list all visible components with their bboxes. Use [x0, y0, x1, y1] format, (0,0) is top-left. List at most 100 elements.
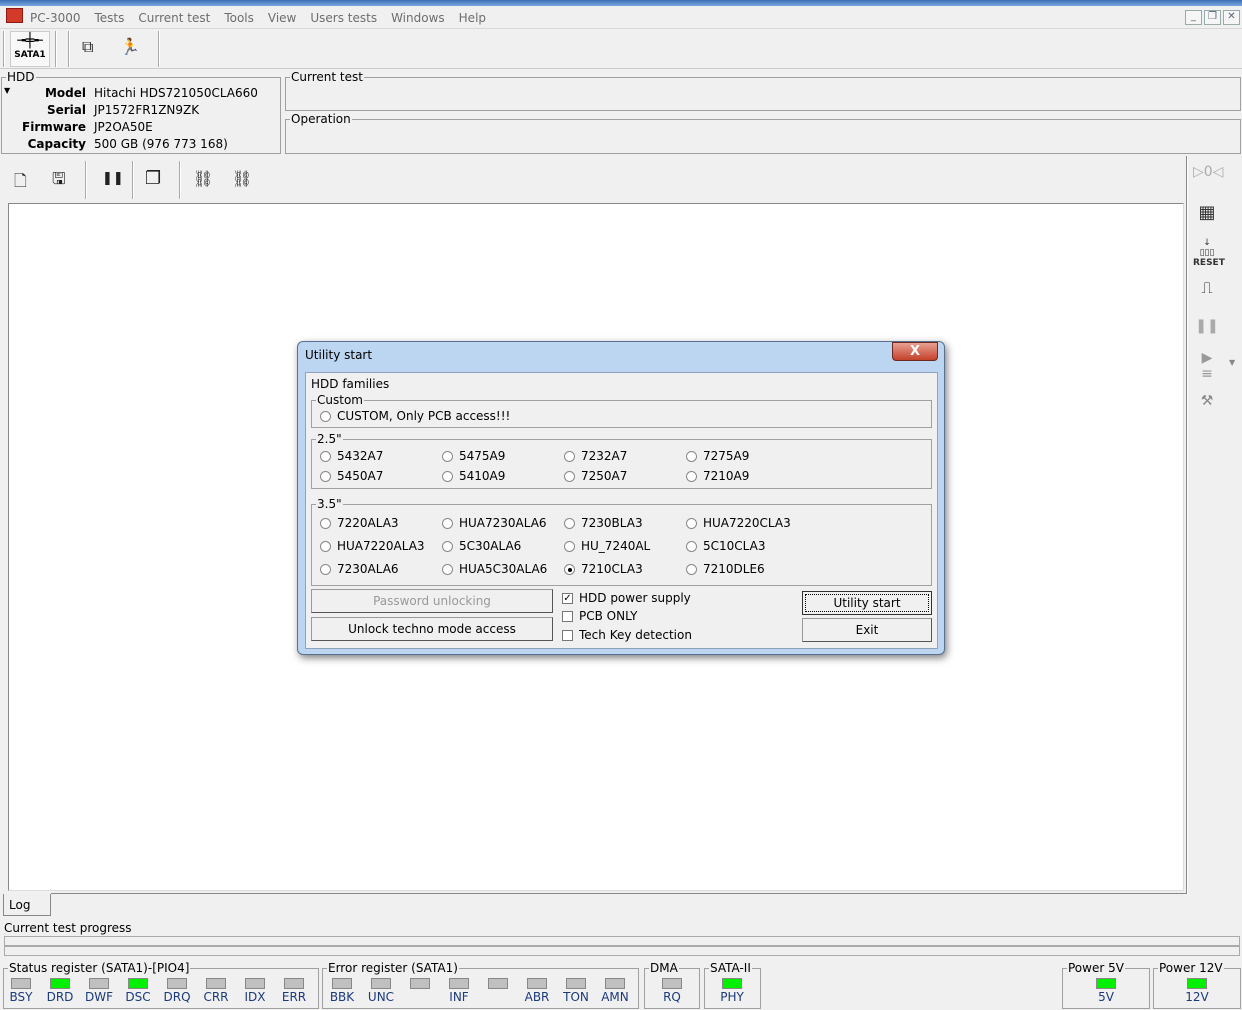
radio-circle: [564, 563, 575, 575]
power-switch-icon[interactable]: ⎍: [1193, 278, 1221, 298]
led-inf: [449, 978, 469, 989]
windows-icon[interactable]: ⧉: [82, 37, 93, 57]
led-drq: [167, 978, 187, 989]
radio-7275a9[interactable]: 7275A9: [686, 448, 749, 464]
radio-7210dle6[interactable]: 7210DLE6: [686, 561, 765, 577]
minimize-button[interactable]: _: [1185, 10, 1202, 25]
radio-7232a7[interactable]: 7232A7: [564, 448, 627, 464]
utility-start-button[interactable]: Utility start: [802, 591, 932, 615]
radio-7230bla3[interactable]: 7230BLA3: [564, 515, 643, 531]
exit-button[interactable]: Exit: [802, 618, 932, 642]
toolbar-separator: [55, 31, 57, 67]
capacity-value: 500 GB (976 773 168): [94, 137, 228, 151]
toolbar-separator: [179, 161, 181, 199]
menu-windows[interactable]: Windows: [391, 11, 445, 25]
led-dsc: [128, 978, 148, 989]
menu-tools[interactable]: Tools: [224, 11, 254, 25]
save-icon[interactable]: 🖫: [52, 168, 66, 195]
menu-app[interactable]: PC-3000: [30, 11, 80, 25]
led-blank: [488, 978, 508, 989]
radio-label: 7210DLE6: [703, 562, 765, 576]
menu-users-tests[interactable]: Users tests: [310, 11, 377, 25]
find-next-icon[interactable]: ⛓: [232, 169, 252, 188]
dropdown-arrow-icon[interactable]: ▼: [1229, 358, 1235, 367]
play-list-icon[interactable]: ▶ ≡: [1193, 350, 1221, 382]
menu-tests[interactable]: Tests: [94, 11, 124, 25]
pause-icon[interactable]: ❚❚: [1193, 318, 1221, 334]
radio-label: 5410A9: [459, 469, 506, 483]
radio-custom[interactable]: CUSTOM, Only PCB access!!!: [320, 408, 510, 424]
radio-circle: [442, 470, 453, 482]
tab-line: [51, 893, 1187, 894]
led-rq: [662, 978, 682, 989]
toolbar-separator: [132, 161, 134, 199]
led-label: UNC: [367, 990, 395, 1004]
model-label: Model: [44, 86, 86, 100]
radio-label: 7210A9: [703, 469, 750, 483]
radio-label: 7250A7: [581, 469, 628, 483]
board-icon[interactable]: ▦: [1193, 202, 1221, 223]
radio-circle: [564, 540, 575, 552]
radio-circle: [686, 470, 697, 482]
menu-current-test[interactable]: Current test: [138, 11, 210, 25]
pcb-only-checkbox[interactable]: PCB ONLY: [562, 608, 638, 624]
binoculars-icon[interactable]: ⛓: [193, 169, 213, 188]
status-register-legend: Status register (SATA1)-[PIO4]: [9, 961, 190, 975]
radio-hu_7240al[interactable]: HU_7240AL: [564, 538, 650, 554]
radio-circle: [320, 540, 331, 552]
radio-label: 5C30ALA6: [459, 539, 522, 553]
hdd-power-supply-checkbox[interactable]: ✓ HDD power supply: [562, 590, 691, 606]
led-label: BSY: [9, 990, 33, 1004]
sata-port-button[interactable]: ╼╪╾ SATA1: [10, 31, 50, 67]
reset-button[interactable]: ↓ ▯▯▯ RESET: [1193, 238, 1225, 268]
radio-label: 5432A7: [337, 449, 384, 463]
radio-label: HUA7230ALA6: [459, 516, 547, 530]
unlock-techno-mode-button[interactable]: Unlock techno mode access: [311, 617, 553, 641]
led-unc: [371, 978, 391, 989]
tech-key-detection-checkbox[interactable]: Tech Key detection: [562, 627, 692, 643]
radio-circle: [320, 450, 331, 462]
operation-group: Operation: [285, 112, 1241, 154]
radio-circle: [320, 470, 331, 482]
password-unlocking-button[interactable]: Password unlocking: [311, 589, 553, 613]
radio-5432a7[interactable]: 5432A7: [320, 448, 383, 464]
open-script-icon[interactable]: 🗋: [14, 170, 27, 197]
toolbar-separator: [85, 161, 87, 199]
radio-5475a9[interactable]: 5475A9: [442, 448, 505, 464]
radio-7220ala3[interactable]: 7220ALA3: [320, 515, 399, 531]
current-test-group: Current test: [285, 70, 1241, 111]
restore-button[interactable]: ❐: [1204, 10, 1221, 25]
radio-circle: [686, 563, 697, 575]
radio-hua5c30ala6[interactable]: HUA5C30ALA6: [442, 561, 547, 577]
radio-7210a9[interactable]: 7210A9: [686, 468, 749, 484]
tab-log[interactable]: Log: [3, 894, 51, 916]
led-ton: [566, 978, 586, 989]
radio-7250a7[interactable]: 7250A7: [564, 468, 627, 484]
radio-7210cla3[interactable]: 7210CLA3: [564, 561, 643, 577]
head-icon[interactable]: ▷0◁: [1193, 164, 1223, 180]
radio-hua7220ala3[interactable]: HUA7220ALA3: [320, 538, 425, 554]
radio-5410a9[interactable]: 5410A9: [442, 468, 505, 484]
radio-5450a7[interactable]: 5450A7: [320, 468, 383, 484]
tools-icon[interactable]: ⚒: [1193, 393, 1221, 409]
exit-run-icon[interactable]: 🏃: [120, 37, 140, 56]
operation-legend: Operation: [291, 112, 351, 126]
checkbox-box: ✓: [562, 592, 573, 604]
radio-hua7220cla3[interactable]: HUA7220CLA3: [686, 515, 791, 531]
radio-5c10cla3[interactable]: 5C10CLA3: [686, 538, 765, 554]
menu-help[interactable]: Help: [459, 11, 486, 25]
radio-7230ala6[interactable]: 7230ALA6: [320, 561, 399, 577]
hdd-model-row: Model Hitachi HDS721050CLA660: [0, 86, 280, 103]
radio-5c30ala6[interactable]: 5C30ALA6: [442, 538, 521, 554]
radio-hua7230ala6[interactable]: HUA7230ALA6: [442, 515, 547, 531]
dialog-close-button[interactable]: X: [892, 342, 938, 361]
radio-label: 7230BLA3: [581, 516, 643, 530]
pause-icon[interactable]: ❚❚: [102, 171, 124, 186]
radio-label: 7220ALA3: [337, 516, 399, 530]
close-window-button[interactable]: ✕: [1223, 10, 1240, 25]
checkbox-box: [562, 629, 573, 641]
power-12v-legend: Power 12V: [1159, 961, 1223, 975]
toolbar-separator: [68, 31, 70, 67]
menu-view[interactable]: View: [268, 11, 296, 25]
copy-icon[interactable]: ❐: [145, 168, 161, 189]
